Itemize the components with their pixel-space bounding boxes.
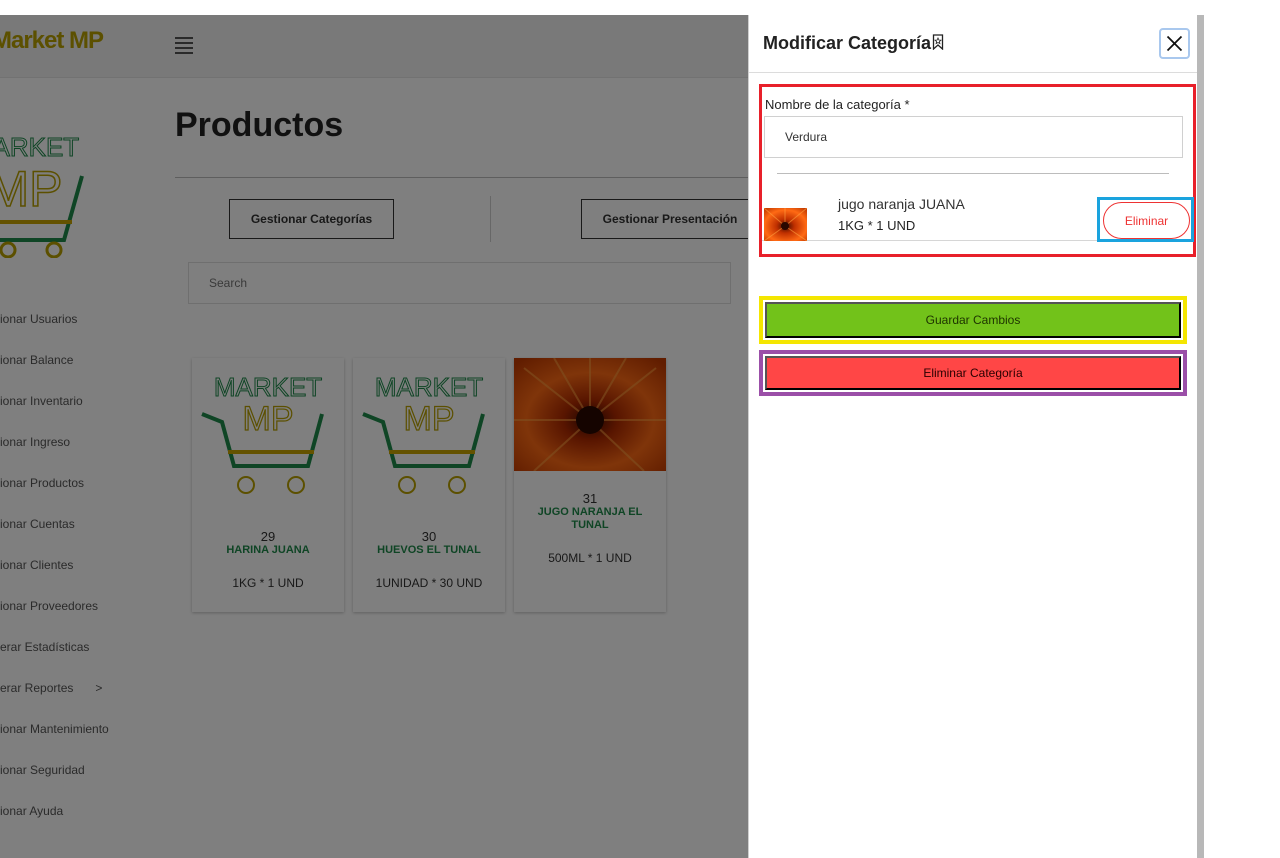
section-divider — [777, 173, 1169, 174]
product-name: jugo naranja JUANA — [838, 196, 965, 212]
save-changes-button[interactable]: Guardar Cambios — [765, 302, 1181, 338]
modal-header: Modificar Categoría — [749, 15, 1198, 73]
remove-highlight: Eliminar — [1097, 197, 1194, 242]
delete-category-button[interactable]: Eliminar Categoría — [765, 356, 1181, 390]
scrollbar[interactable] — [1197, 15, 1204, 858]
delete-highlight: Eliminar Categoría — [759, 350, 1187, 396]
category-name-input[interactable] — [764, 116, 1183, 158]
category-form-section: Nombre de la categoría * Verdura jugo na… — [759, 84, 1196, 257]
orange-flower-photo — [764, 208, 807, 241]
close-icon — [1166, 35, 1183, 52]
close-button[interactable] — [1159, 28, 1190, 59]
remove-product-button[interactable]: Eliminar — [1103, 202, 1190, 239]
bookmark-icon — [932, 34, 944, 50]
save-highlight: Guardar Cambios — [759, 296, 1187, 344]
modal-title: Modificar Categoría — [763, 33, 932, 53]
category-name-label: Nombre de la categoría * — [765, 97, 910, 112]
product-quantity: 1KG * 1 UND — [838, 218, 916, 233]
product-thumbnail — [764, 208, 807, 241]
edit-category-panel: Modificar Categoría Nombre de la categor… — [748, 15, 1198, 858]
